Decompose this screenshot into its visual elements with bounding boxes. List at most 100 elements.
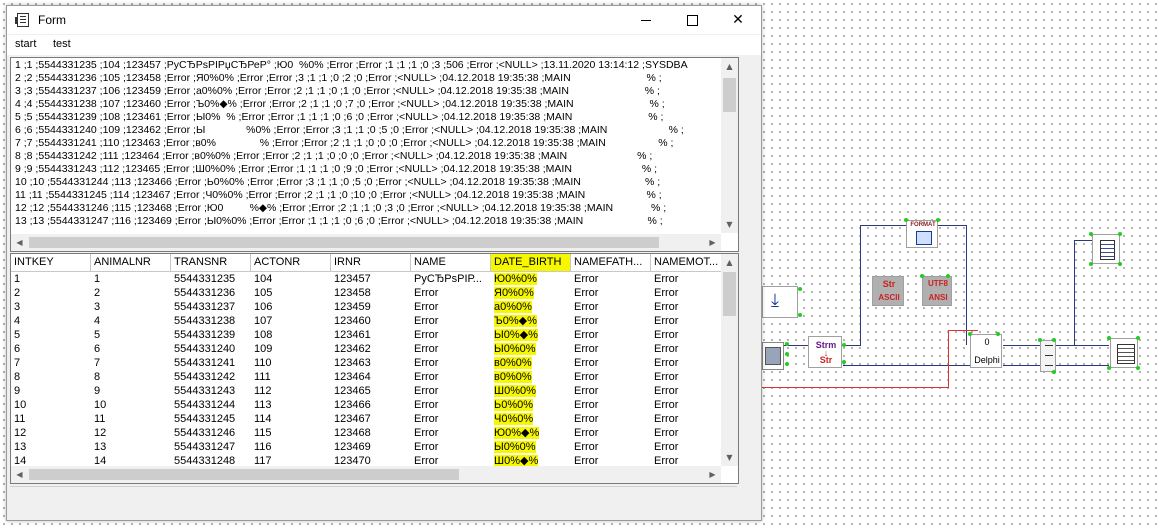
table-cell: 123457 [334,273,371,285]
table-row[interactable]: 9 9 5544331243 112 123465 Error Ш0%0% Error Erro… [11,384,722,398]
maximize-button[interactable] [669,6,715,34]
table-row[interactable]: 10 10 5544331244 113 123466 Error Ь0%0% Error Er… [11,398,722,412]
memo-vscroll-thumb[interactable] [723,78,736,112]
column-header[interactable]: IRNR [331,254,411,271]
table-cell: 123460 [334,315,371,327]
menu-test[interactable]: test [53,38,71,50]
table-cell: 8 [94,371,101,383]
table-cell: Ъ0%◆% [494,315,537,327]
column-header[interactable]: NAMEFATH... [571,254,651,271]
table-cell: 114 [254,413,272,425]
load-block[interactable]: ⤓ [762,286,798,318]
chevron-down-icon[interactable]: ▼ [721,216,738,233]
format-block[interactable]: FORMAT [906,220,938,248]
grid-vscroll-thumb[interactable] [723,272,736,316]
utf8-ansi-block[interactable]: UTF8 ANSI [922,276,952,306]
table-cell: Error [574,357,599,369]
str-ascii-block[interactable]: Str ASCII [872,276,904,306]
memo-horizontal-scrollbar[interactable]: ◀ ▶ [11,234,721,251]
table-row[interactable]: 5 5 5544331239 108 123461 Error Ы0%◆% Error Erro… [11,328,722,342]
table-cell: 10 [14,399,27,411]
grid-output-block[interactable] [1110,338,1138,368]
delphi-block[interactable]: 0 Delphi [970,334,1002,368]
menu-bar: start test [7,35,761,55]
close-icon: ✕ [732,12,744,28]
table-cell: Error [654,357,679,369]
chevron-right-icon[interactable]: ▶ [704,466,721,483]
chevron-up-icon[interactable]: ▲ [721,254,738,271]
table-row[interactable]: 4 4 5544331238 107 123460 Error Ъ0%◆% Error Erro… [11,314,722,328]
column-header[interactable]: ACTONR [251,254,331,271]
chevron-right-icon[interactable]: ▶ [704,234,721,251]
column-header[interactable]: NAMEMOT... [651,254,722,271]
close-button[interactable]: ✕ [715,6,761,34]
table-row[interactable]: 11 11 5544331245 114 123467 Error Ч0%0% Error Er… [11,412,722,426]
utf8-label: UTF8 [928,279,948,288]
table-cell: Error [574,385,599,397]
grid-horizontal-scrollbar[interactable]: ◀ ▶ [11,466,721,483]
table-cell: 5 [14,329,21,341]
column-header[interactable]: TRANSNR [171,254,251,271]
table-cell: 2 [14,287,21,299]
table-cell: 4 [94,315,101,327]
str-ascii-bottom: ASCII [878,293,900,302]
strm-to-str-block[interactable]: Strm ↓ Str [808,336,842,368]
table-cell: 1 [94,273,101,285]
form-window: Form ✕ start test 1 ;1 ;5544331235 ;104 … [6,5,762,521]
table-cell: Error [414,427,439,439]
grid-rows: 1 1 5544331235 104 123457 РуСЂРѕРІР... Ю0%0% Er… [11,272,722,467]
table-cell: Error [654,343,679,355]
chevron-up-icon[interactable]: ▲ [721,58,738,75]
column-header[interactable]: INTKEY [11,254,91,271]
table-cell: 13 [14,441,27,453]
memo-output-block[interactable] [1092,234,1120,264]
column-header[interactable]: ANIMALNR [91,254,171,271]
wire [1074,240,1075,346]
table-cell: Error [574,273,599,285]
table-cell: Error [414,441,439,453]
window-title: Form [38,13,66,27]
table-cell: 113 [254,399,272,411]
table-cell: Error [414,413,439,425]
table-cell: 115 [254,427,272,439]
table-cell: Error [654,315,679,327]
chevron-down-icon[interactable]: ▼ [721,449,738,466]
table-row[interactable]: 6 6 5544331240 109 123462 Error Ы0%0% Error Erro… [11,342,722,356]
table-row[interactable]: 2 2 5544331236 105 123458 Error Я0%0% Error Erro… [11,286,722,300]
maximize-icon [686,14,698,26]
chevron-left-icon[interactable]: ◀ [11,234,28,251]
grid-vertical-scrollbar[interactable]: ▲ ▼ [721,254,738,466]
table-row[interactable]: 7 7 5544331241 110 123463 Error в0%0% Error Erro… [11,356,722,370]
title-bar[interactable]: Form ✕ [7,6,761,34]
splitter-block[interactable] [1040,340,1056,372]
minimize-button[interactable] [623,6,669,34]
memo-line: 1 ;1 ;5544331235 ;104 ;123457 ;РуСЂРѕРІР… [15,59,688,71]
grid-hscroll-thumb[interactable] [29,469,459,480]
table-cell: 105 [254,287,273,299]
table-row[interactable]: 12 12 5544331246 115 123468 Error Ю0%◆% Error Er… [11,426,722,440]
table-cell: Я0%0% [494,287,534,299]
chevron-left-icon[interactable]: ◀ [11,466,28,483]
table-row[interactable]: 8 8 5544331242 111 123464 Error в0%0% Error Erro… [11,370,722,384]
table-row[interactable]: 13 13 5544331247 116 123469 Error Ы0%0% Error Er… [11,440,722,454]
table-cell: Error [654,441,679,453]
memo-output[interactable]: 1 ;1 ;5544331235 ;104 ;123457 ;РуСЂРѕРІР… [10,57,739,252]
table-cell: 123465 [334,385,371,397]
data-grid[interactable]: INTKEY ANIMALNR TRANSNR ACTONR IRNR NAME DATE_… [10,253,739,484]
database-block[interactable] [762,342,784,370]
column-header[interactable]: NAME [411,254,491,271]
table-cell: Error [574,441,599,453]
table-row[interactable]: 3 3 5544331237 106 123459 Error а0%0% Error Erro… [11,300,722,314]
str-ascii-top: Str [882,279,896,289]
table-cell: 123467 [334,413,371,425]
table-cell: 5544331235 [174,273,236,285]
memo-hscroll-thumb[interactable] [29,237,659,248]
menu-start[interactable]: start [15,38,36,50]
column-header[interactable]: DATE_BIRTH [491,254,571,271]
table-cell: Error [574,343,599,355]
table-row[interactable]: 1 1 5544331235 104 123457 РуСЂРѕРІР... Ю0%0% Er… [11,272,722,286]
table-cell: Ч0%0% [494,413,534,425]
memo-vertical-scrollbar[interactable]: ▲ ▼ [721,58,738,233]
table-cell: 111 [254,371,271,383]
table-cell: 123469 [334,441,371,453]
